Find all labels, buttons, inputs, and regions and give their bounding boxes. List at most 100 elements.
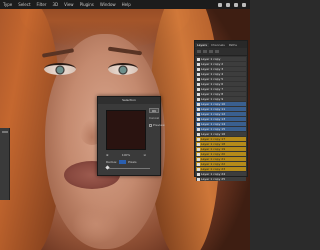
layer-name: Layer 1 copy 15 bbox=[201, 127, 226, 131]
layer-row[interactable]: Layer 1 copy 22 bbox=[196, 162, 246, 166]
layer-thumbnail-icon bbox=[197, 137, 200, 141]
tab-channels[interactable]: Channels bbox=[209, 43, 227, 47]
layer-row[interactable]: Layer 1 copy 8 bbox=[196, 92, 246, 96]
layer-name: Layer 1 copy 20 bbox=[201, 152, 226, 156]
layer-row[interactable]: Layer 1 copy 9 bbox=[196, 97, 246, 101]
layer-thumbnail-icon bbox=[197, 127, 200, 131]
layer-row[interactable]: Layer 1 copy 21 bbox=[196, 157, 246, 161]
layer-thumbnail-icon bbox=[197, 157, 200, 161]
layer-thumbnail-icon bbox=[197, 72, 200, 76]
layer-name: Layer 1 copy 23 bbox=[201, 167, 226, 171]
radius-input[interactable] bbox=[119, 160, 127, 164]
photo-chin bbox=[72, 204, 120, 244]
layer-row[interactable]: Layer 1 copy 5 bbox=[196, 77, 246, 81]
blend-mode-select[interactable] bbox=[203, 50, 207, 53]
layer-name: Layer 1 copy 21 bbox=[201, 157, 226, 161]
menu-plugins[interactable]: Plugins bbox=[77, 2, 97, 7]
photo-eye bbox=[108, 63, 138, 75]
menu-select[interactable]: Select bbox=[15, 2, 33, 7]
layer-row[interactable]: Layer 1 copy bbox=[196, 57, 246, 61]
layer-thumbnail-icon bbox=[197, 122, 200, 126]
menu-view[interactable]: View bbox=[61, 2, 77, 7]
tools-panel[interactable] bbox=[0, 128, 10, 200]
menu-filter[interactable]: Filter bbox=[34, 2, 50, 7]
radius-slider[interactable] bbox=[105, 165, 150, 170]
layer-row[interactable]: Layer 1 copy 4 bbox=[196, 72, 246, 76]
tray-icon[interactable] bbox=[218, 2, 222, 7]
tray-icon[interactable] bbox=[242, 2, 246, 7]
cancel-button[interactable]: Cancel bbox=[149, 116, 159, 120]
layer-row[interactable]: Layer 1 copy 10 bbox=[196, 102, 246, 106]
preview-option[interactable]: Preview bbox=[149, 123, 165, 127]
layer-row[interactable]: Layer 1 copy 25 bbox=[196, 177, 246, 181]
layer-thumbnail-icon bbox=[197, 132, 200, 136]
layer-thumbnail-icon bbox=[197, 77, 200, 81]
layer-name: Layer 1 copy 9 bbox=[201, 97, 224, 101]
layer-name: Layer 1 copy 3 bbox=[201, 67, 224, 71]
layer-row[interactable]: Layer 1 copy 12 bbox=[196, 112, 246, 116]
layer-row[interactable]: Layer 1 copy 20 bbox=[196, 152, 246, 156]
layer-thumbnail-icon bbox=[197, 117, 200, 121]
layers-toolbar bbox=[195, 48, 247, 56]
ok-button[interactable]: OK bbox=[149, 108, 159, 113]
panel-grip-icon[interactable] bbox=[2, 131, 8, 133]
layer-name: Layer 1 copy 19 bbox=[201, 147, 226, 151]
layer-thumbnail-icon bbox=[197, 82, 200, 86]
tray-icon[interactable] bbox=[234, 2, 238, 7]
opacity-field[interactable] bbox=[209, 50, 213, 53]
layer-row[interactable]: Layer 1 copy 18 bbox=[196, 142, 246, 146]
system-tray bbox=[218, 2, 250, 7]
zoom-out-icon[interactable]: ⊖ bbox=[143, 153, 146, 157]
layer-thumbnail-icon bbox=[197, 92, 200, 96]
layer-row[interactable]: Layer 1 copy 2 bbox=[196, 62, 246, 66]
preview-checkbox[interactable] bbox=[149, 123, 152, 127]
layer-thumbnail-icon bbox=[197, 167, 200, 171]
radius-control: Radius: Pixels bbox=[106, 160, 150, 164]
layer-row[interactable]: Layer 1 copy 7 bbox=[196, 87, 246, 91]
menu-window[interactable]: Window bbox=[97, 2, 119, 7]
layer-name: Layer 1 copy 18 bbox=[201, 142, 226, 146]
menu-help[interactable]: Help bbox=[119, 2, 134, 7]
dialog-preview-image[interactable] bbox=[106, 110, 146, 150]
layer-thumbnail-icon bbox=[197, 152, 200, 156]
lock-icon[interactable] bbox=[215, 50, 219, 53]
layer-name: Layer 1 copy 22 bbox=[201, 162, 226, 166]
layer-row[interactable]: Layer 1 copy 15 bbox=[196, 127, 246, 131]
slider-knob[interactable] bbox=[105, 165, 110, 170]
layer-row[interactable]: Layer 1 copy 3 bbox=[196, 67, 246, 71]
menu-3d[interactable]: 3D bbox=[49, 2, 61, 7]
layer-row[interactable]: Layer 1 copy 6 bbox=[196, 82, 246, 86]
layer-row[interactable]: Layer 1 copy 17 bbox=[196, 137, 246, 141]
layer-name: Layer 1 copy 5 bbox=[201, 77, 224, 81]
layer-row[interactable]: Layer 1 copy 16 bbox=[196, 132, 246, 136]
filter-icon[interactable] bbox=[197, 50, 201, 53]
layer-name: Layer 1 copy 14 bbox=[201, 122, 226, 126]
tab-paths[interactable]: Paths bbox=[227, 43, 239, 47]
tab-layers[interactable]: Layers bbox=[195, 42, 209, 47]
layer-row[interactable]: Layer 1 copy 14 bbox=[196, 122, 246, 126]
zoom-controls: ⊕ 100% ⊖ bbox=[106, 153, 146, 157]
layer-row[interactable]: Layer 1 copy 23 bbox=[196, 167, 246, 171]
layer-thumbnail-icon bbox=[197, 112, 200, 116]
layer-name: Layer 1 copy 17 bbox=[201, 137, 226, 141]
layer-name: Layer 1 copy bbox=[201, 57, 221, 61]
selection-dialog: Selection OK Cancel Preview ⊕ 100% ⊖ Rad… bbox=[97, 96, 165, 176]
layer-row[interactable]: Layer 1 copy 11 bbox=[196, 107, 246, 111]
menu-bar: Type Select Filter 3D View Plugins Windo… bbox=[0, 0, 250, 9]
layer-thumbnail-icon bbox=[197, 62, 200, 66]
layer-row[interactable]: Layer 1 copy 19 bbox=[196, 147, 246, 151]
layer-name: Layer 1 copy 24 bbox=[201, 172, 226, 176]
layer-name: Layer 1 copy 4 bbox=[201, 72, 224, 76]
layer-thumbnail-icon bbox=[197, 97, 200, 101]
menu-type[interactable]: Type bbox=[0, 2, 15, 7]
layer-row[interactable]: Layer 1 copy 24 bbox=[196, 172, 246, 176]
preview-label: Preview bbox=[153, 123, 165, 127]
layer-name: Layer 1 copy 13 bbox=[201, 117, 226, 121]
dialog-title: Selection bbox=[98, 97, 160, 104]
layer-name: Layer 1 copy 8 bbox=[201, 92, 224, 96]
tray-icon[interactable] bbox=[226, 2, 230, 7]
zoom-in-icon[interactable]: ⊕ bbox=[106, 153, 109, 157]
layers-panel-tabs: Layers Channels Paths bbox=[195, 41, 247, 48]
layer-row[interactable]: Layer 1 copy 13 bbox=[196, 117, 246, 121]
layer-thumbnail-icon bbox=[197, 162, 200, 166]
